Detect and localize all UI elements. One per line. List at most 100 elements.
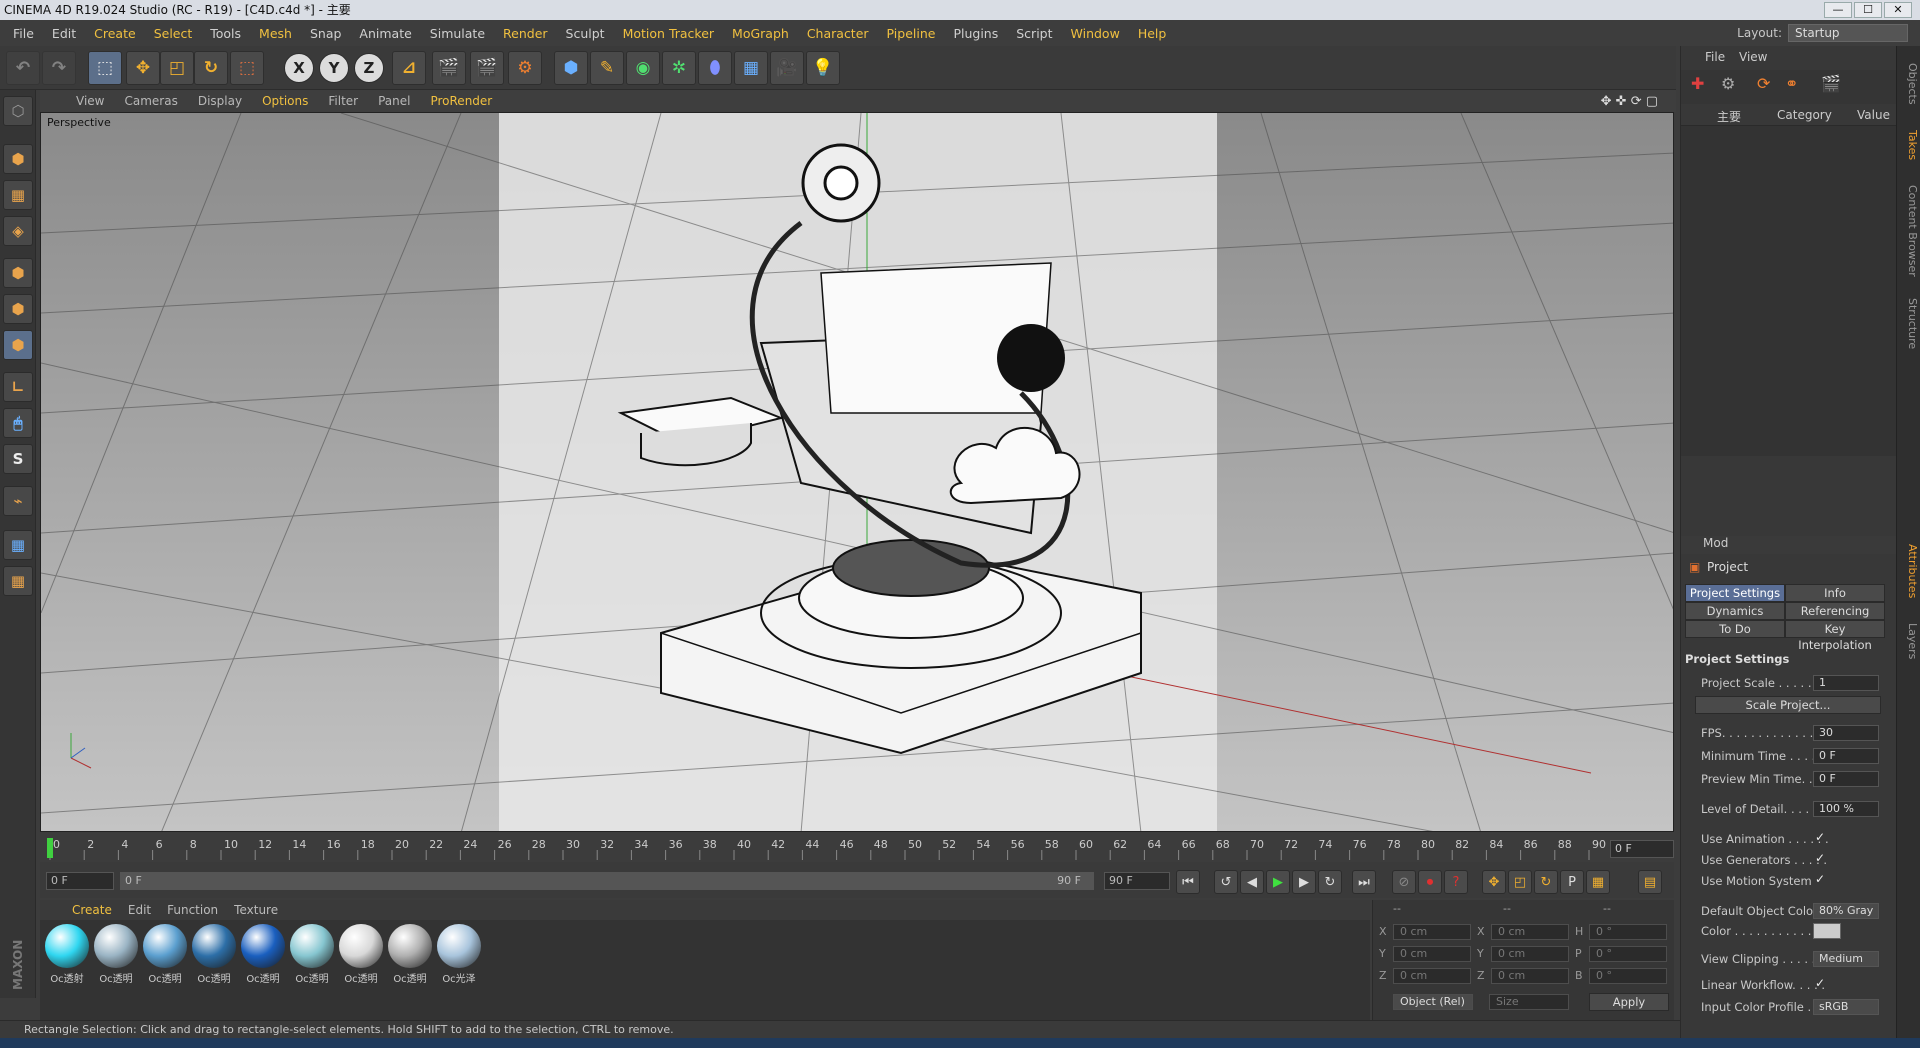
polygons-mode-icon[interactable]: ⬢: [3, 330, 33, 360]
coord-rotation-field[interactable]: 0 °: [1589, 946, 1667, 962]
texture-mode-icon[interactable]: ▦: [3, 180, 33, 210]
planar-workplane-icon[interactable]: ▦: [3, 566, 33, 596]
take-auto-icon[interactable]: ⟳: [1757, 74, 1770, 93]
maximize-button[interactable]: ☐: [1854, 2, 1882, 18]
project-scale-field[interactable]: 1: [1813, 675, 1879, 691]
undo-icon[interactable]: ↶: [6, 51, 40, 85]
viewport-menu-view[interactable]: View: [66, 94, 114, 108]
viewport-menu-options[interactable]: Options: [252, 94, 318, 108]
tab-dynamics[interactable]: Dynamics: [1685, 602, 1785, 620]
key-rotation-icon[interactable]: ↻: [1534, 870, 1558, 894]
menu-sculpt[interactable]: Sculpt: [557, 26, 614, 41]
tab-to-do[interactable]: To Do: [1685, 620, 1785, 638]
viewport-menu-filter[interactable]: Filter: [318, 94, 368, 108]
render-view-icon[interactable]: 🎬: [432, 51, 466, 85]
coord-size-field[interactable]: 0 cm: [1491, 968, 1569, 984]
viewport-menu-panel[interactable]: Panel: [368, 94, 420, 108]
axis-mode-icon[interactable]: ∟: [3, 372, 33, 402]
fps-field[interactable]: 30: [1813, 725, 1879, 741]
side-tab-content-browser[interactable]: Content Browser: [1899, 176, 1919, 286]
use-motion-system-checkbox[interactable]: ✓: [1815, 872, 1825, 886]
view-clipping-dropdown[interactable]: Medium: [1813, 951, 1879, 967]
use-generators-checkbox[interactable]: ✓: [1815, 851, 1825, 865]
input-color-profile-dropdown[interactable]: sRGB: [1813, 999, 1879, 1015]
current-frame-field[interactable]: 0 F: [1610, 840, 1674, 858]
timeline-ruler[interactable]: 0 2 4 6 8 10 12 14 16 18 20 22 24 26 28 30 32 34 36 38 40 42 4…: [40, 836, 1674, 860]
coord-position-field[interactable]: 0 cm: [1393, 924, 1471, 940]
y-axis-lock-button[interactable]: Y: [319, 53, 349, 83]
rotate-icon[interactable]: ↻: [194, 51, 228, 85]
minimum-time-field[interactable]: 0 F: [1813, 748, 1879, 764]
move-icon[interactable]: ✥: [126, 51, 160, 85]
side-tab-takes[interactable]: Takes: [1899, 120, 1919, 170]
material-item[interactable]: Oc透明: [240, 924, 286, 985]
viewport-menu-display[interactable]: Display: [188, 94, 252, 108]
material-item[interactable]: Oc透明: [387, 924, 433, 985]
menu-pipeline[interactable]: Pipeline: [878, 26, 945, 41]
menu-snap[interactable]: Snap: [301, 26, 350, 41]
key-position-icon[interactable]: ✥: [1482, 870, 1506, 894]
key-scale-icon[interactable]: ◰: [1508, 870, 1532, 894]
menu-script[interactable]: Script: [1007, 26, 1061, 41]
menu-create[interactable]: Create: [85, 26, 145, 41]
takes-menu-file[interactable]: File: [1705, 50, 1725, 64]
take-render-icon[interactable]: 🎬: [1821, 74, 1841, 93]
solo-icon[interactable]: S: [3, 444, 33, 474]
material-menu-function[interactable]: Function: [159, 903, 226, 917]
material-menu-create[interactable]: Create: [64, 903, 120, 917]
material-item[interactable]: Oc透明: [93, 924, 139, 985]
end-frame-field[interactable]: 90 F: [1104, 872, 1170, 890]
next-key-icon[interactable]: ↻: [1318, 870, 1342, 894]
key-parameter-icon[interactable]: P: [1560, 870, 1584, 894]
frame-range-slider[interactable]: 0 F 90 F: [120, 872, 1094, 890]
timeline-window-icon[interactable]: ▤: [1638, 870, 1662, 894]
menu-mesh[interactable]: Mesh: [250, 26, 301, 41]
side-tab-structure[interactable]: Structure: [1899, 294, 1919, 354]
tab-info[interactable]: Info: [1785, 584, 1885, 602]
x-axis-lock-button[interactable]: X: [284, 53, 314, 83]
recent-tools-icon[interactable]: ⬚: [230, 51, 264, 85]
tab-key-interpolation[interactable]: Key Interpolation: [1785, 620, 1885, 652]
take-main[interactable]: 主要: [1717, 108, 1741, 125]
next-frame-icon[interactable]: ▶: [1292, 870, 1316, 894]
key-pla-icon[interactable]: ▦: [1586, 870, 1610, 894]
minimize-button[interactable]: —: [1824, 2, 1852, 18]
workplane-lock-icon[interactable]: ▦: [3, 530, 33, 560]
z-axis-lock-button[interactable]: Z: [354, 53, 384, 83]
coord-position-field[interactable]: 0 cm: [1393, 946, 1471, 962]
go-to-end-icon[interactable]: ⏭: [1352, 870, 1376, 894]
keyframe-selection-icon[interactable]: ?: [1444, 870, 1468, 894]
coordinate-mode-dropdown[interactable]: Object (Rel): [1393, 994, 1473, 1010]
previous-key-icon[interactable]: ↺: [1214, 870, 1238, 894]
go-to-start-icon[interactable]: ⏮: [1176, 870, 1200, 894]
menu-motion-tracker[interactable]: Motion Tracker: [614, 26, 723, 41]
coord-rotation-field[interactable]: 0 °: [1589, 968, 1667, 984]
floor-icon[interactable]: ▦: [734, 51, 768, 85]
material-item[interactable]: Oc透明: [289, 924, 335, 985]
take-override-icon[interactable]: ⚙: [1721, 74, 1735, 93]
live-selection-icon[interactable]: ⬚: [88, 51, 122, 85]
camera-icon[interactable]: 🎥: [770, 51, 804, 85]
subdivision-surface-icon[interactable]: ◉: [626, 51, 660, 85]
scale-icon[interactable]: ◰: [160, 51, 194, 85]
previous-frame-icon[interactable]: ◀: [1240, 870, 1264, 894]
menu-plugins[interactable]: Plugins: [944, 26, 1007, 41]
scale-project-button[interactable]: Scale Project...: [1695, 696, 1881, 714]
light-icon[interactable]: 💡: [806, 51, 840, 85]
menu-tools[interactable]: Tools: [201, 26, 250, 41]
apply-button[interactable]: Apply: [1589, 993, 1669, 1011]
edit-render-settings-icon[interactable]: ⚙: [508, 51, 542, 85]
deformer-icon[interactable]: ⬮: [698, 51, 732, 85]
make-editable-icon[interactable]: ⬡: [3, 96, 33, 126]
cube-icon[interactable]: ⬢: [554, 51, 588, 85]
viewport-menu-cameras[interactable]: Cameras: [114, 94, 187, 108]
play-forwards-icon[interactable]: ▶: [1266, 870, 1290, 894]
menu-animate[interactable]: Animate: [350, 26, 420, 41]
linear-workflow-checkbox[interactable]: ✓: [1815, 976, 1825, 990]
coordinate-system-icon[interactable]: ⊿: [392, 51, 426, 85]
material-menu-edit[interactable]: Edit: [120, 903, 159, 917]
cloner-icon[interactable]: ✲: [662, 51, 696, 85]
material-item[interactable]: Oc光泽: [436, 924, 482, 985]
tweak-mode-icon[interactable]: 🖱: [3, 408, 33, 438]
coord-rotation-field[interactable]: 0 °: [1589, 924, 1667, 940]
